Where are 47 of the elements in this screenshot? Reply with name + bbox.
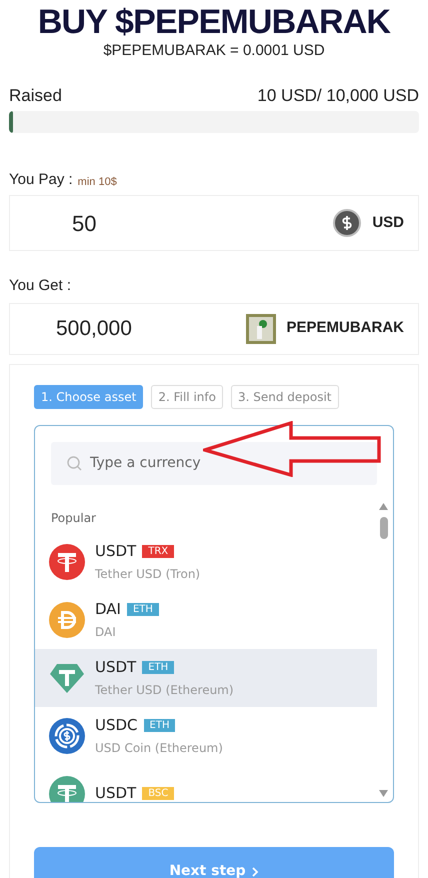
currency-name: DAI xyxy=(95,624,117,642)
currency-item[interactable]: USDC ETH USD Coin (Ethereum) xyxy=(35,706,377,764)
currency-symbol: USDT xyxy=(95,540,136,562)
currency-name: Tether USD (Tron) xyxy=(95,566,200,584)
scrollbar-thumb[interactable] xyxy=(380,516,388,538)
currency-item[interactable]: USDT TRX Tether USD (Tron) xyxy=(35,532,377,590)
currency-item[interactable]: USDT BSC xyxy=(35,764,377,802)
pay-label: You Pay : xyxy=(9,170,73,190)
raised-amount: 10 USD/ 10,000 USD xyxy=(257,85,419,107)
network-tag: ETH xyxy=(126,602,159,616)
currency-symbol: USDC xyxy=(95,714,138,736)
currency-symbol: USDT xyxy=(95,783,136,802)
dai-coin-icon xyxy=(49,602,85,638)
step-tab[interactable]: 3. Send deposit xyxy=(230,384,339,408)
search-field[interactable]: Type a currency xyxy=(51,442,377,484)
currency-item[interactable]: DAI ETH DAI xyxy=(35,590,377,648)
dollar-coin-icon xyxy=(333,209,362,237)
tether-icon xyxy=(49,776,85,802)
currency-item[interactable]: USDT ETH Tether USD (Ethereum) xyxy=(35,648,377,706)
pay-amount: 50 xyxy=(72,210,98,238)
network-tag: TRX xyxy=(142,544,174,558)
currency-symbol: USDT xyxy=(95,656,136,678)
scroll-up-icon xyxy=(379,502,388,510)
currency-name: USD Coin (Ethereum) xyxy=(95,740,223,758)
chevron-icon xyxy=(252,866,259,876)
pay-currency: USD xyxy=(372,212,404,233)
get-currency: PEPEMUBARAK xyxy=(286,318,404,338)
tether-icon xyxy=(49,662,85,694)
scroll-down-icon xyxy=(379,790,388,796)
token-icon xyxy=(246,314,276,344)
page-title: BUY $PEPEMUBARAK xyxy=(38,3,390,41)
pay-field[interactable]: 50 USD xyxy=(9,195,419,251)
network-tag: BSC xyxy=(142,787,174,800)
search-icon xyxy=(67,456,82,470)
usdc-coin-icon xyxy=(49,718,85,754)
currency-symbol: DAI xyxy=(95,598,121,620)
minimum-hint: min 10$ xyxy=(78,174,117,190)
get-label: You Get : xyxy=(9,276,72,296)
raised-label: Raised xyxy=(9,85,62,107)
tether-icon xyxy=(49,544,85,580)
get-amount: 500,000 xyxy=(56,316,133,342)
step-tab[interactable]: 2. Fill info xyxy=(151,384,223,408)
network-tag: ETH xyxy=(142,660,174,674)
section-label: Popular xyxy=(51,510,97,526)
currency-name: Tether USD (Ethereum) xyxy=(95,682,234,700)
exchange-rate: $PEPEMUBARAK = 0.0001 USD xyxy=(103,41,325,61)
network-tag: ETH xyxy=(144,718,176,732)
